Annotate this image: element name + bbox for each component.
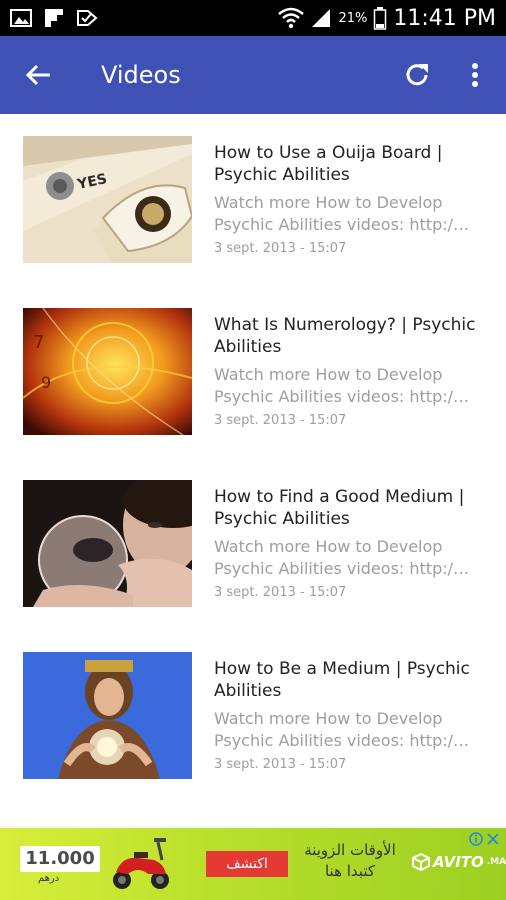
video-description-line: Watch more How to Develop — [214, 709, 443, 728]
video-title[interactable]: How to Use a Ouija Board | Psychic Abili… — [214, 142, 484, 186]
clock: 11:41 PM — [393, 5, 496, 31]
ad-banner[interactable]: 11.000 درهم اكتشف الأوقات الزوينة كتبدا … — [0, 828, 506, 900]
video-title[interactable]: How to Be a Medium | Psychic Abilities — [214, 658, 484, 702]
ad-price: 11.000 — [25, 848, 95, 869]
battery-percent: 21% — [338, 10, 368, 26]
scooter-image — [113, 838, 169, 889]
video-date: 3 sept. 2013 - 15:07 — [214, 413, 347, 428]
battery-icon — [374, 7, 387, 30]
avito-brand: AVITO — [433, 853, 484, 871]
video-description: Watch more How to Develop Psychic Abilit… — [214, 708, 484, 752]
video-description-line: Psychic Abilities videos: http:/… — [214, 387, 469, 406]
refresh-icon[interactable] — [400, 58, 434, 92]
ad-subline: كتبدا هنا — [324, 862, 375, 880]
video-thumbnail[interactable] — [23, 652, 192, 779]
video-item[interactable]: YES How to Use a Ouija Board | Psychic A… — [0, 114, 506, 286]
app-bar: Videos — [0, 36, 506, 114]
video-description: Watch more How to Develop Psychic Abilit… — [214, 536, 484, 580]
video-date: 3 sept. 2013 - 15:07 — [214, 757, 347, 772]
ad-price-box: 11.000 — [20, 846, 100, 872]
video-description-line: Watch more How to Develop — [214, 365, 443, 384]
video-description-line: Psychic Abilities videos: http:/… — [214, 215, 469, 234]
video-description: Watch more How to Develop Psychic Abilit… — [214, 192, 484, 236]
ad-currency: درهم — [38, 873, 60, 884]
video-description-line: Psychic Abilities videos: http:/… — [214, 731, 469, 750]
svg-text:7: 7 — [33, 332, 44, 353]
avito-logo: AVITO .MA — [412, 848, 506, 876]
video-title[interactable]: How to Find a Good Medium | Psychic Abil… — [214, 486, 484, 530]
ad-headline: الأوقات الزوينة — [304, 841, 396, 859]
video-date: 3 sept. 2013 - 15:07 — [214, 241, 347, 256]
signal-icon — [312, 9, 331, 27]
video-list: YES How to Use a Ouija Board | Psychic A… — [0, 114, 506, 826]
video-thumbnail[interactable] — [23, 480, 192, 607]
back-arrow-icon[interactable] — [22, 58, 56, 92]
video-thumbnail[interactable]: YES — [23, 136, 192, 263]
system-indicators: 21% 11:41 PM — [278, 0, 496, 36]
video-description-line: Watch more How to Develop — [214, 537, 443, 556]
avito-cube-icon — [412, 853, 430, 871]
video-date: 3 sept. 2013 - 15:07 — [214, 585, 347, 600]
video-item[interactable]: How to Be a Medium | Psychic Abilities W… — [0, 630, 506, 802]
wifi-icon — [278, 7, 305, 29]
notification-icons — [10, 6, 98, 30]
check-notification-icon — [77, 10, 98, 26]
avito-tld: .MA — [486, 857, 506, 867]
more-options-icon[interactable] — [462, 58, 488, 92]
video-item[interactable]: 7 9 What Is Numerology? | Psychic Abilit… — [0, 286, 506, 458]
status-bar: 21% 11:41 PM — [0, 0, 506, 36]
video-thumbnail[interactable]: 7 9 — [23, 308, 192, 435]
video-title[interactable]: What Is Numerology? | Psychic Abilities — [214, 314, 484, 358]
page-title: Videos — [101, 61, 181, 89]
video-item[interactable]: How to Find a Good Medium | Psychic Abil… — [0, 458, 506, 630]
video-description-line: Psychic Abilities videos: http:/… — [214, 559, 469, 578]
svg-text:9: 9 — [41, 373, 51, 392]
video-description-line: Watch more How to Develop — [214, 193, 443, 212]
video-description: Watch more How to Develop Psychic Abilit… — [214, 364, 484, 408]
image-notification-icon — [10, 9, 32, 27]
ad-cta-button[interactable]: اكتشف — [206, 851, 288, 877]
ad-choices-icon[interactable] — [468, 831, 502, 847]
flipboard-notification-icon — [45, 9, 63, 27]
